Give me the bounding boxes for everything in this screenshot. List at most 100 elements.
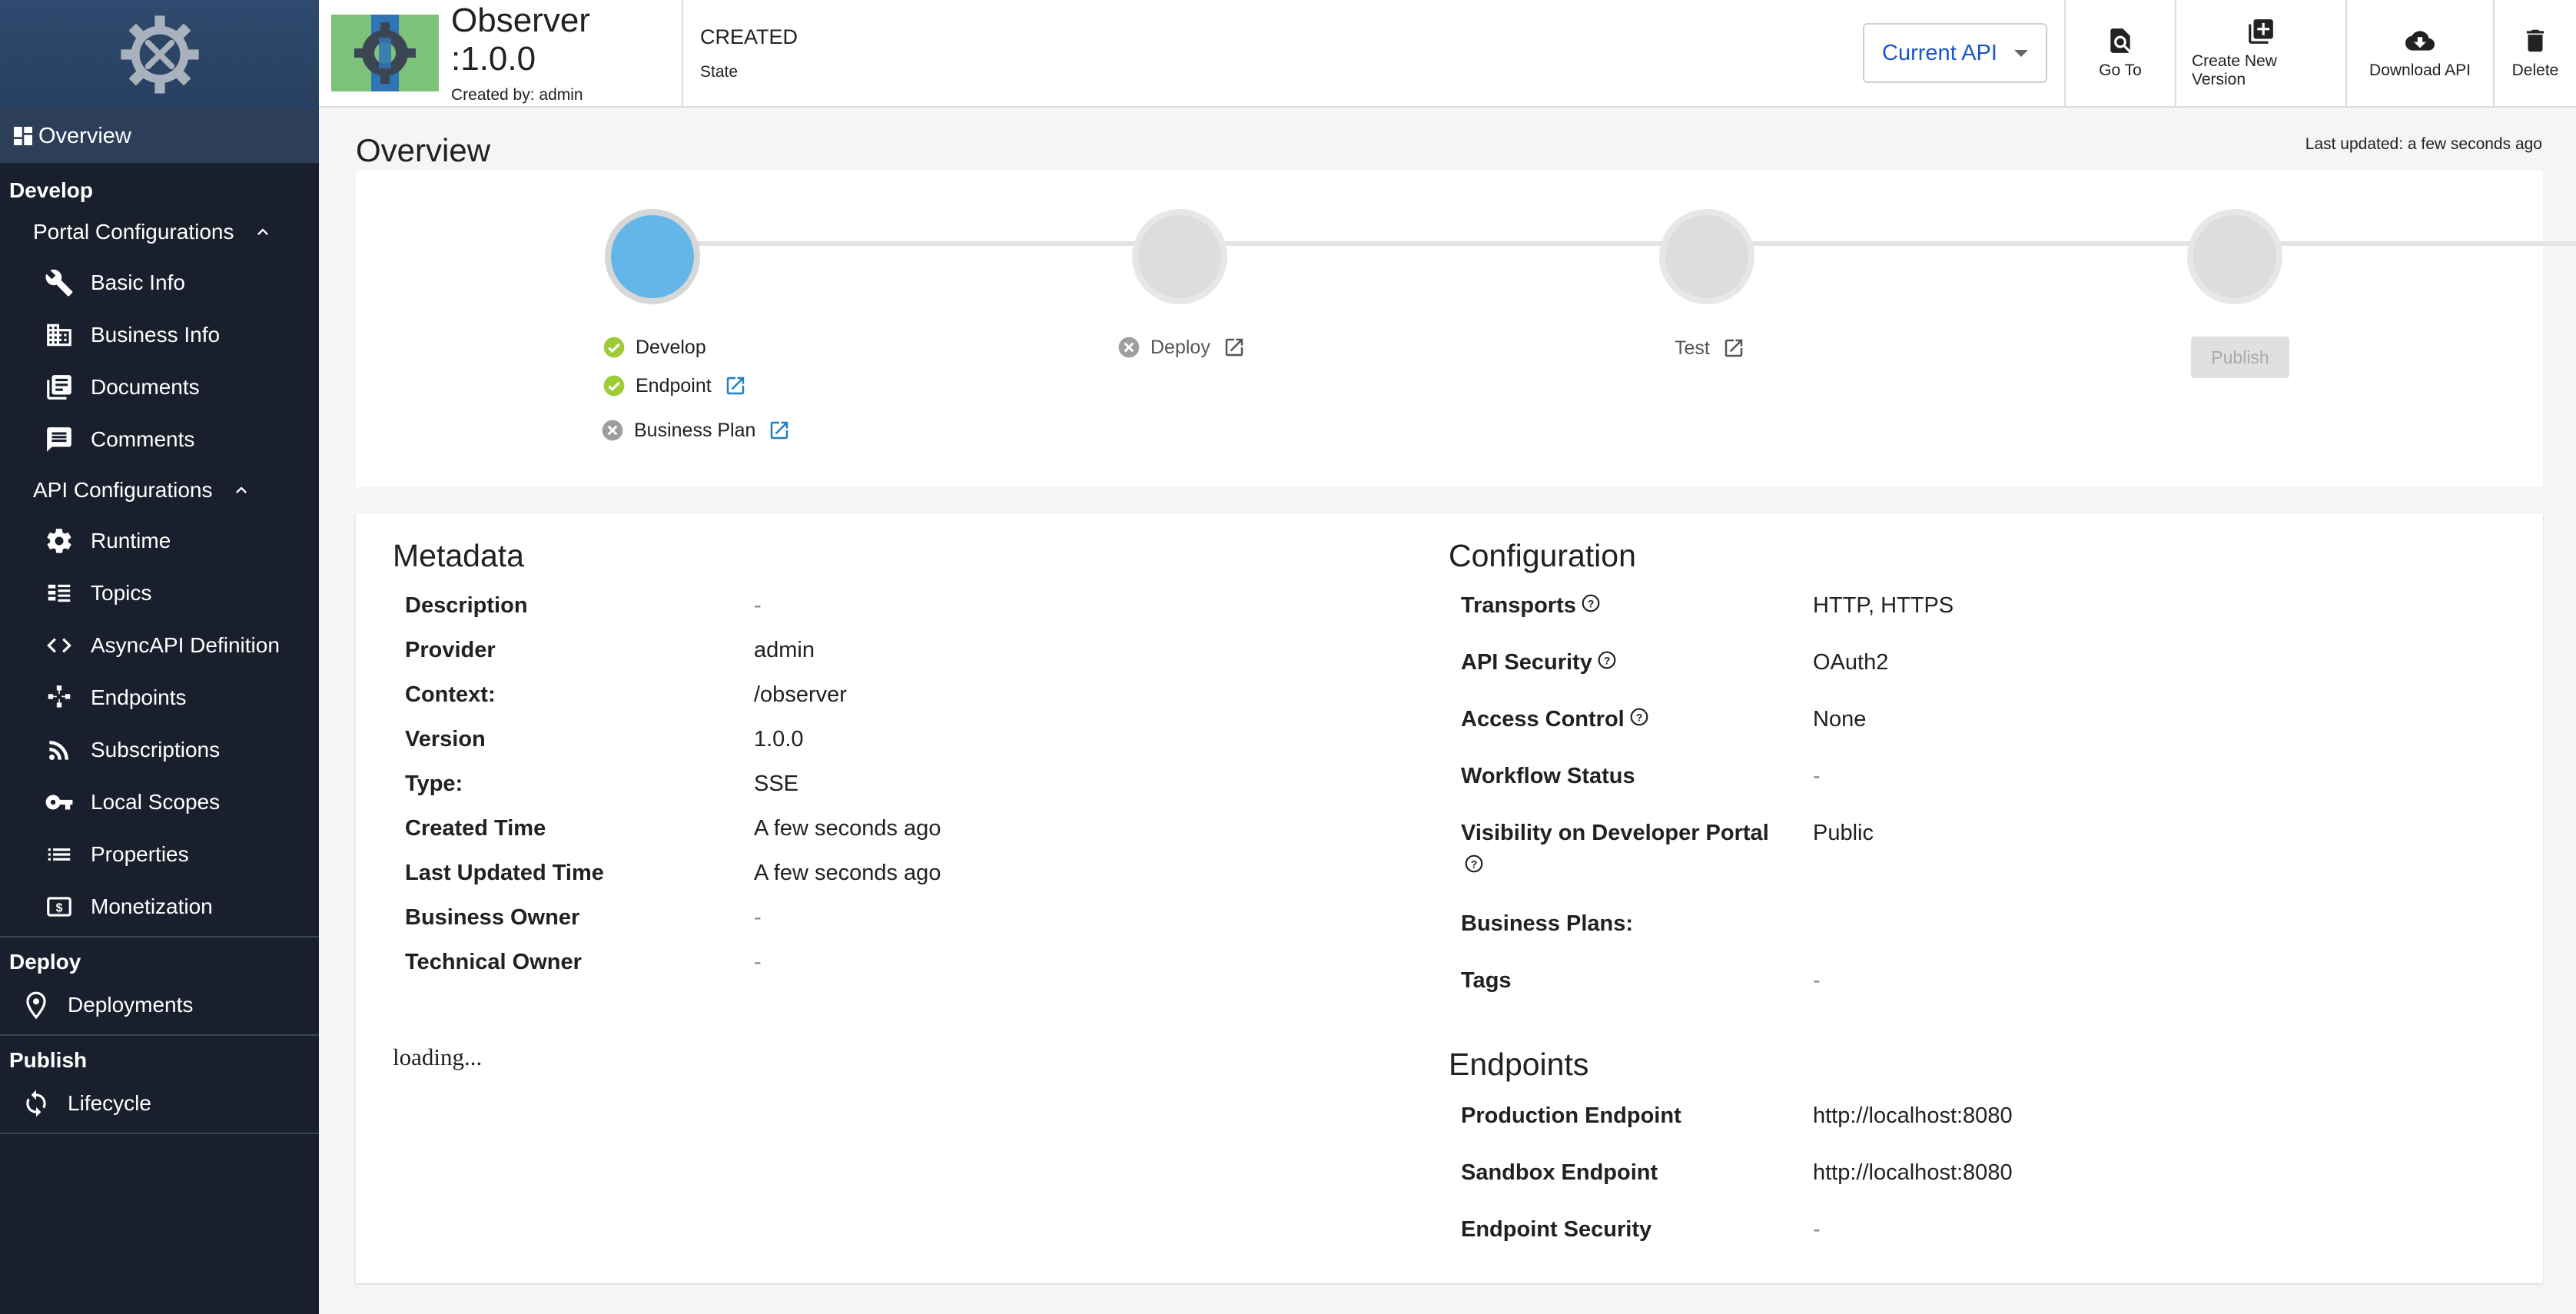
download-api-label: Download API — [2369, 61, 2471, 79]
create-new-version-button[interactable]: Create New Version — [2175, 0, 2345, 106]
api-state-value: CREATED — [700, 25, 798, 48]
sidebar-item-label: Basic Info — [91, 270, 185, 294]
endpoint-key: Production Endpoint — [1461, 1103, 1681, 1128]
cancel-circle-icon — [1118, 337, 1140, 358]
step-publish-circle — [2187, 209, 2282, 304]
sidebar-item-monetization[interactable]: $ Monetization — [0, 881, 319, 933]
trash-icon — [2526, 29, 2544, 52]
sidebar-section-publish: Publish — [9, 1048, 88, 1072]
sidebar-item-asyncapi-definition[interactable]: AsyncAPI Definition — [0, 619, 319, 672]
metadata-value: /observer — [754, 682, 847, 707]
config-key: Workflow Status — [1461, 764, 1635, 788]
endpoint-check-label: Endpoint — [636, 374, 712, 397]
sidebar-item-label: Properties — [91, 842, 189, 866]
dashboard-icon — [14, 127, 32, 145]
help-icon[interactable]: ? — [1464, 854, 1484, 874]
sidebar-item-overview[interactable]: Overview — [0, 109, 319, 163]
sidebar-item-label: Runtime — [91, 529, 171, 552]
sidebar-item-label: Topics — [91, 581, 152, 605]
config-row-api-security: API Security ? — [1461, 650, 1617, 675]
help-icon[interactable]: ? — [1597, 650, 1617, 670]
comment-icon — [47, 427, 71, 452]
business-plan-check-item: Business Plan — [600, 418, 791, 443]
help-icon[interactable]: ? — [1581, 593, 1601, 613]
cloud-download-icon — [2405, 31, 2435, 51]
config-key: Tags — [1461, 968, 1512, 993]
business-icon — [47, 324, 71, 347]
list-icon — [48, 848, 71, 861]
api-state-label: State — [700, 62, 739, 81]
svg-text:?: ? — [1471, 858, 1478, 870]
endpoint-value: http://localhost:8080 — [1813, 1160, 2013, 1185]
app-logo — [0, 0, 319, 109]
sidebar-item-properties[interactable]: Properties — [0, 828, 319, 881]
config-value: - — [1813, 764, 1821, 788]
open-in-new-icon[interactable] — [1223, 336, 1246, 359]
config-value: OAuth2 — [1813, 650, 1889, 675]
metadata-title: Metadata — [393, 538, 524, 573]
chevron-up-icon — [236, 486, 247, 493]
settings-icon — [47, 529, 71, 553]
sidebar-group-portal-configurations[interactable]: Portal Configurations — [0, 207, 319, 257]
metadata-key: Technical Owner — [405, 950, 582, 974]
endpoint-row-sandbox: Sandbox Endpoint — [1461, 1160, 1658, 1186]
delete-button[interactable]: Delete — [2493, 0, 2576, 106]
go-to-label: Go To — [2099, 61, 2142, 79]
api-created-by: Created by: admin — [451, 86, 583, 104]
svg-text:?: ? — [1635, 711, 1642, 723]
metadata-value: A few seconds ago — [754, 861, 941, 885]
step-test-circle — [1659, 209, 1754, 304]
metadata-key: Description — [405, 593, 528, 618]
sidebar-item-subscriptions[interactable]: Subscriptions — [0, 724, 319, 776]
open-in-new-icon[interactable] — [1722, 337, 1745, 360]
develop-check-item: Develop — [602, 335, 706, 360]
lifecycle-stepper: Develop Endpoint Business Plan Deploy Te… — [356, 171, 2576, 487]
sidebar-item-local-scopes[interactable]: Local Scopes — [0, 776, 319, 828]
open-in-new-icon[interactable] — [768, 419, 791, 442]
config-row-transports: Transports ? — [1461, 593, 1601, 619]
details-card: Metadata Description - Provider admin Contex… — [356, 513, 2543, 1283]
sidebar-item-business-info[interactable]: Business Info — [0, 309, 319, 361]
sidebar-group-api-configurations[interactable]: API Configurations — [0, 466, 319, 515]
metadata-value: - — [754, 593, 762, 618]
sidebar-divider — [0, 1133, 319, 1134]
sidebar-item-lifecycle[interactable]: Lifecycle — [0, 1082, 319, 1125]
config-value: HTTP, HTTPS — [1813, 593, 1954, 618]
download-api-button[interactable]: Download API — [2345, 0, 2493, 106]
config-row-visibility: Visibility on Developer Portal ? — [1461, 821, 1769, 874]
sidebar-section-deploy: Deploy — [9, 950, 81, 974]
sidebar-group-label: Portal Configurations — [33, 220, 234, 244]
current-api-select[interactable]: Current API — [1863, 23, 2047, 83]
config-key: Business Plans: — [1461, 911, 1634, 936]
publish-button[interactable]: Publish — [2191, 337, 2289, 378]
sidebar-item-topics[interactable]: Topics — [0, 567, 319, 619]
metadata-key: Last Updated Time — [405, 861, 604, 885]
metadata-value: - — [754, 950, 762, 974]
sidebar-item-label: Subscriptions — [91, 738, 221, 762]
go-to-button[interactable]: Go To — [2064, 0, 2175, 106]
open-in-new-icon[interactable] — [724, 374, 747, 397]
config-row-business-plans: Business Plans: — [1461, 911, 1633, 937]
key-icon — [45, 795, 73, 810]
find-in-page-icon — [2110, 28, 2130, 53]
sidebar-item-endpoints[interactable]: Endpoints — [0, 672, 319, 724]
sidebar-item-label: Endpoints — [91, 685, 187, 709]
topics-list-icon — [48, 584, 71, 602]
metadata-value: SSE — [754, 771, 799, 796]
sidebar-item-runtime[interactable]: Runtime — [0, 515, 319, 567]
help-icon[interactable]: ? — [1629, 707, 1649, 727]
test-step-label: Test — [1675, 337, 1710, 359]
sidebar-item-deployments[interactable]: Deployments — [0, 984, 319, 1027]
sidebar-item-basic-info[interactable]: Basic Info — [0, 257, 319, 309]
endpoint-value: - — [1813, 1217, 1821, 1242]
library-books-icon — [47, 375, 71, 400]
config-row-tags: Tags — [1461, 968, 1512, 994]
sidebar-item-comments[interactable]: Comments — [0, 413, 319, 466]
location-pin-icon — [26, 991, 46, 1020]
library-add-icon — [2249, 19, 2273, 44]
sidebar-item-label: Deployments — [68, 993, 194, 1017]
config-key: Access Control — [1461, 707, 1625, 732]
metadata-value: 1.0.0 — [754, 727, 804, 752]
sidebar-item-documents[interactable]: Documents — [0, 361, 319, 413]
endpoint-key: Sandbox Endpoint — [1461, 1160, 1658, 1185]
